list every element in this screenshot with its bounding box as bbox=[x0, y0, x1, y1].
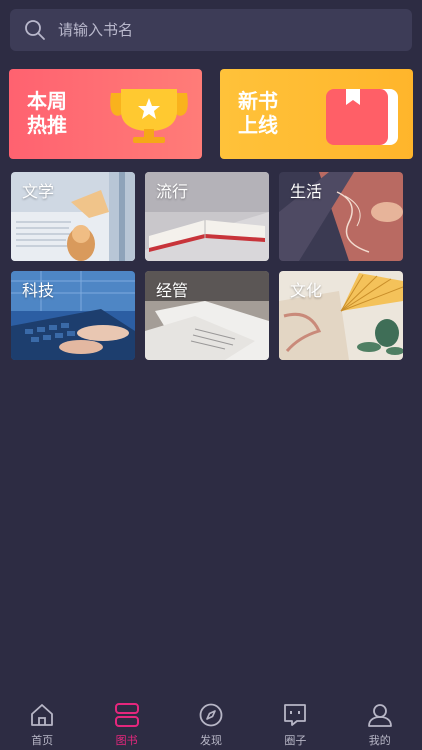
tab-label: 我的 bbox=[368, 734, 391, 747]
category-grid: 文学 流行 生活 科技 经管 文化 bbox=[11, 172, 403, 360]
category-label: 文学 bbox=[22, 182, 55, 201]
category-label: 文化 bbox=[290, 281, 323, 300]
banner-title: 本周 热推 bbox=[27, 89, 87, 137]
category-management[interactable]: 经管 bbox=[145, 271, 269, 360]
category-label: 生活 bbox=[290, 182, 323, 201]
category-popular[interactable]: 流行 bbox=[145, 172, 269, 261]
tab-label: 发现 bbox=[199, 734, 222, 747]
trophy-icon bbox=[110, 89, 188, 143]
user-icon bbox=[367, 704, 392, 727]
compass-icon bbox=[199, 703, 223, 727]
book-icon bbox=[326, 89, 398, 145]
tab-home[interactable]: 首页 bbox=[0, 696, 84, 748]
banner-line1: 新书 bbox=[238, 89, 278, 113]
banner-line1: 本周 bbox=[27, 89, 67, 113]
category-literature[interactable]: 文学 bbox=[11, 172, 135, 261]
weekly-hot-banner[interactable]: 本周 热推 bbox=[9, 69, 202, 159]
banner-title: 新书 上线 bbox=[238, 89, 298, 137]
home-icon bbox=[31, 704, 54, 726]
tab-mine[interactable]: 我的 bbox=[338, 696, 422, 748]
category-label: 科技 bbox=[22, 281, 55, 300]
books-icon bbox=[114, 703, 139, 727]
banner-line2: 上线 bbox=[238, 113, 278, 137]
bottom-tab-bar: 首页 图书 发现 圈子 我的 bbox=[0, 696, 422, 750]
category-life[interactable]: 生活 bbox=[279, 172, 403, 261]
banner-line2: 热推 bbox=[27, 113, 67, 137]
tab-label: 首页 bbox=[31, 734, 54, 747]
tab-circle[interactable]: 圈子 bbox=[253, 696, 337, 748]
new-books-banner[interactable]: 新书 上线 bbox=[220, 69, 413, 159]
search-bar[interactable] bbox=[10, 9, 412, 51]
tab-discover[interactable]: 发现 bbox=[169, 696, 253, 748]
tab-books[interactable]: 图书 bbox=[85, 696, 169, 748]
tab-label: 圈子 bbox=[284, 734, 307, 747]
category-culture[interactable]: 文化 bbox=[279, 271, 403, 360]
search-input[interactable] bbox=[58, 21, 378, 39]
chat-icon bbox=[284, 704, 307, 726]
category-tech[interactable]: 科技 bbox=[11, 271, 135, 360]
tab-label: 图书 bbox=[115, 734, 138, 747]
category-label: 流行 bbox=[156, 182, 189, 201]
search-icon bbox=[25, 20, 45, 40]
category-label: 经管 bbox=[156, 281, 189, 300]
